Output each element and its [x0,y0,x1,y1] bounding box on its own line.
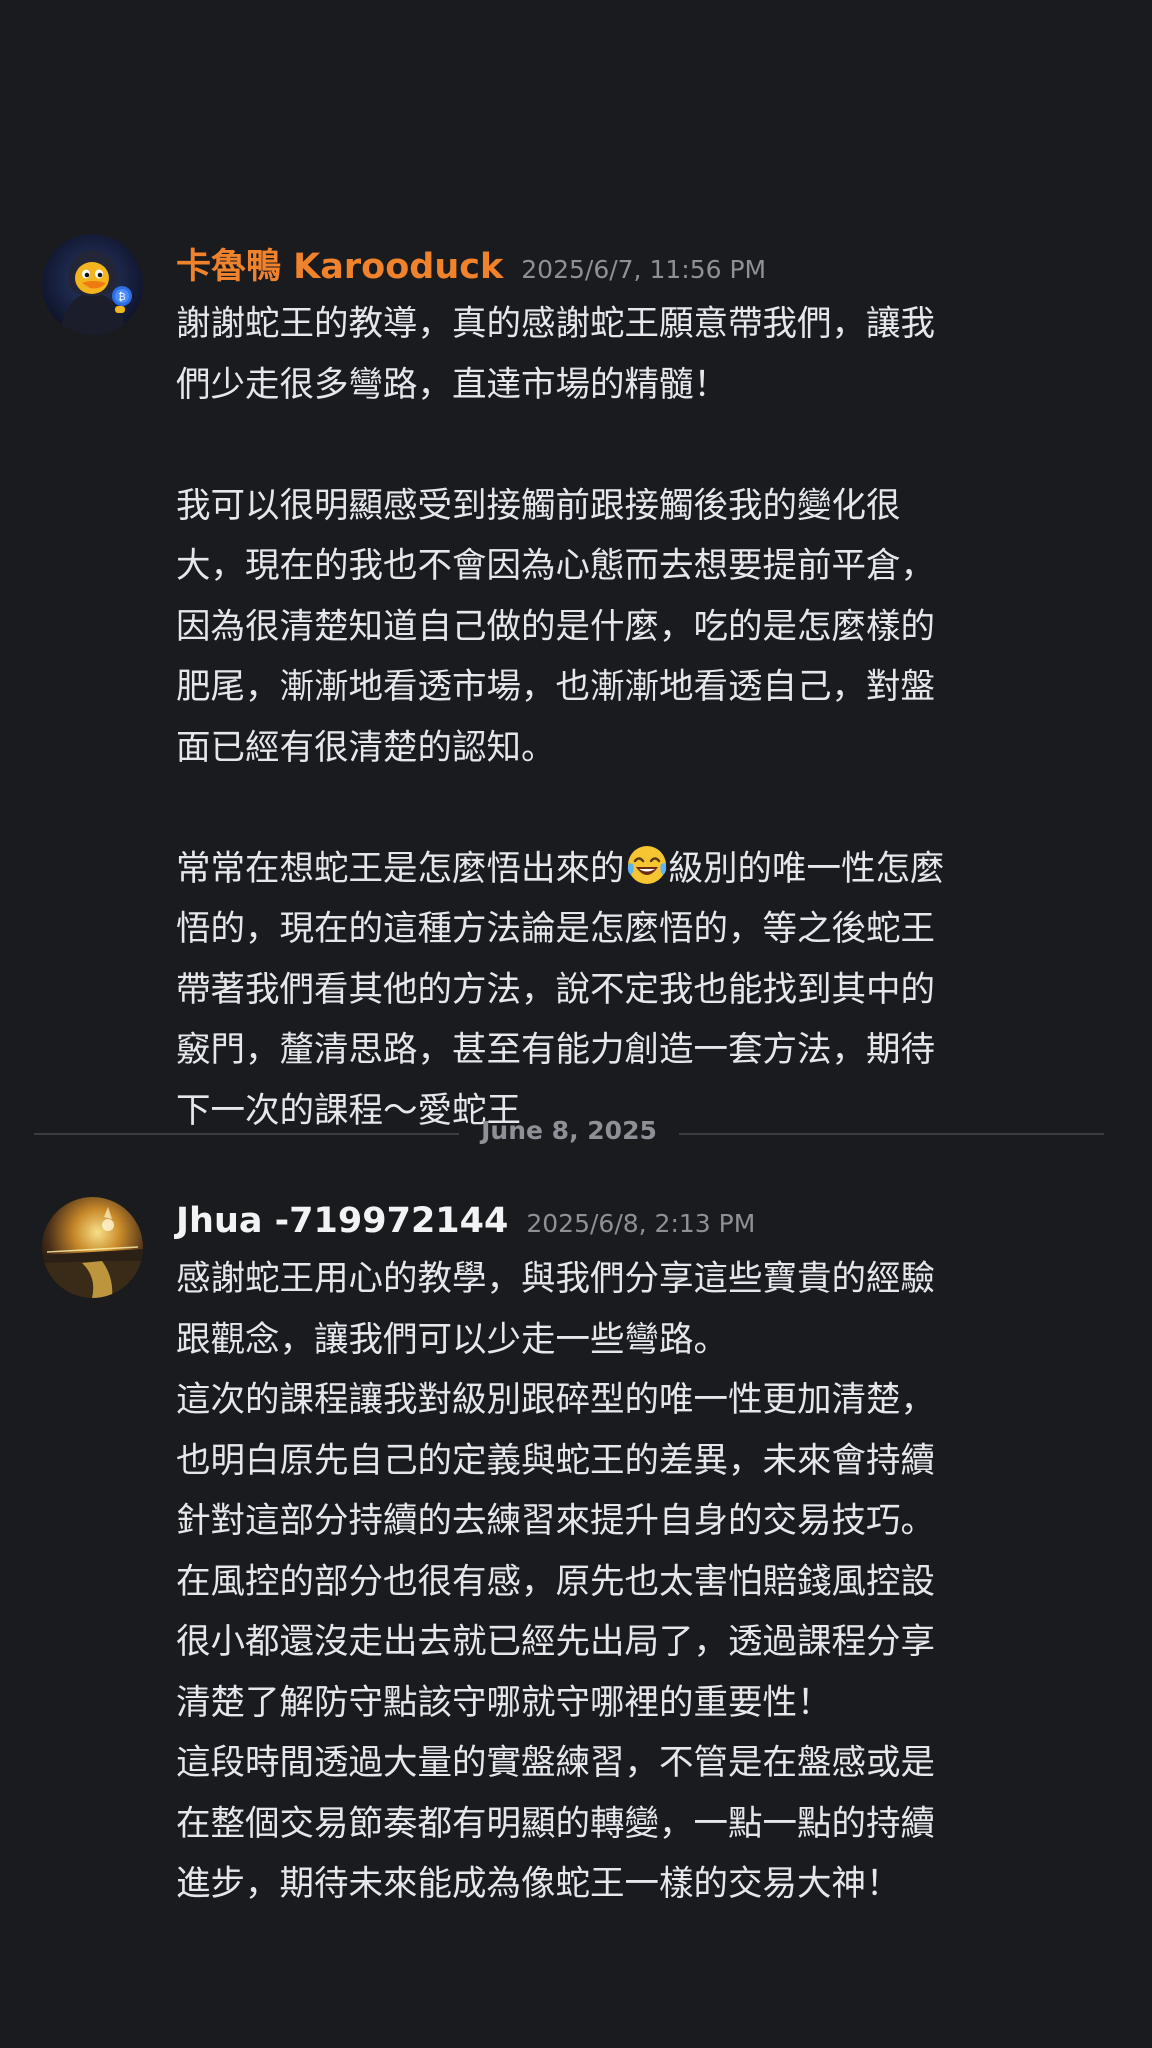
username[interactable]: Jhua -719972144 [176,1201,508,1241]
message-header: Jhua -719972144 2025/6/8, 2:13 PM [176,1201,755,1241]
text-line: 清楚了解防守點該守哪就守哪裡的重要性！ [176,1682,832,1723]
svg-text:₿: ₿ [118,291,125,303]
divider-line [679,1133,1104,1135]
text-line: 在整個交易節奏都有明顯的轉變，一點一點的持續 [176,1803,935,1844]
text-line: 在風控的部分也很有感，原先也太害怕賠錢風控設 [176,1561,935,1602]
text-line: 也明白原先自己的定義與蛇王的差異，未來會持續 [176,1440,935,1481]
text-line: 我可以很明顯感受到接觸前跟接觸後我的變化很 [176,485,901,526]
date-divider-label: June 8, 2025 [481,1116,657,1145]
text-line: 這段時間透過大量的實盤練習，不管是在盤感或是 [176,1743,935,1783]
text-line: 帶著我們看其他的方法，說不定我也能找到其中的 [176,969,935,1010]
text-segment: 級別的唯一性怎麼 [668,848,945,889]
text-line: 面已經有很清楚的認知。 [176,727,556,768]
text-line: 們少走很多彎路，直達市場的精髓！ [176,364,728,405]
timestamp: 2025/6/7, 11:56 PM [521,255,767,284]
text-line: 感謝蛇王用心的教學，與我們分享這些寶貴的經驗 [176,1259,935,1299]
text-line: 大，現在的我也不會因為心態而去想要提前平倉， [176,546,935,586]
laughing-tears-emoji-icon [625,843,669,887]
text-line: 因為很清楚知道自己做的是什麼，吃的是怎麼樣的 [176,606,935,647]
chat-log: ₿ 卡魯鴨 Karooduck 2025/6/7, 11:56 PM 謝謝蛇王的教… [0,0,1152,2048]
text-line: 謝謝蛇王的教導，真的感謝蛇王願意帶我們，讓我 [176,304,935,344]
night-lights-avatar-icon [42,1197,143,1298]
text-line: 這次的課程讓我對級別跟碎型的唯一性更加清楚， [176,1380,935,1420]
date-divider: June 8, 2025 [34,1116,1104,1145]
username[interactable]: 卡魯鴨 Karooduck [176,247,503,287]
message-header: 卡魯鴨 Karooduck 2025/6/7, 11:56 PM [176,238,766,289]
avatar-jhua[interactable] [42,1197,143,1298]
text-line: 肥尾，漸漸地看透市場，也漸漸地看透自己，對盤 [176,667,935,707]
message-body: 謝謝蛇王的教導，真的感謝蛇王願意帶我們，讓我 們少走很多彎路，直達市場的精髓！ … [176,294,1096,1141]
text-line: 竅門，釐清思路，甚至有能力創造一套方法，期待 [176,1030,935,1070]
message-body: 感謝蛇王用心的教學，與我們分享這些寶貴的經驗 跟觀念，讓我們可以少走一些彎路。 … [176,1249,1096,1915]
timestamp: 2025/6/8, 2:13 PM [526,1209,756,1238]
duck-avatar-icon: ₿ [42,234,143,335]
text-line: 跟觀念，讓我們可以少走一些彎路。 [176,1319,728,1360]
text-line-with-emoji: 常常在想蛇王是怎麼悟出來的 級別的唯一性怎麼 [176,839,1096,900]
text-line: 很小都還沒走出去就已經先出局了，透過課程分享 [176,1622,935,1662]
text-segment: 常常在想蛇王是怎麼悟出來的 [176,848,625,889]
text-line: 針對這部分持續的去練習來提升自身的交易技巧。 [176,1501,935,1541]
text-line: 進步，期待未來能成為像蛇王一樣的交易大神！ [176,1864,901,1904]
text-line: 悟的，現在的這種方法論是怎麼悟的，等之後蛇王 [176,909,935,949]
avatar-karooduck[interactable]: ₿ [42,234,143,335]
